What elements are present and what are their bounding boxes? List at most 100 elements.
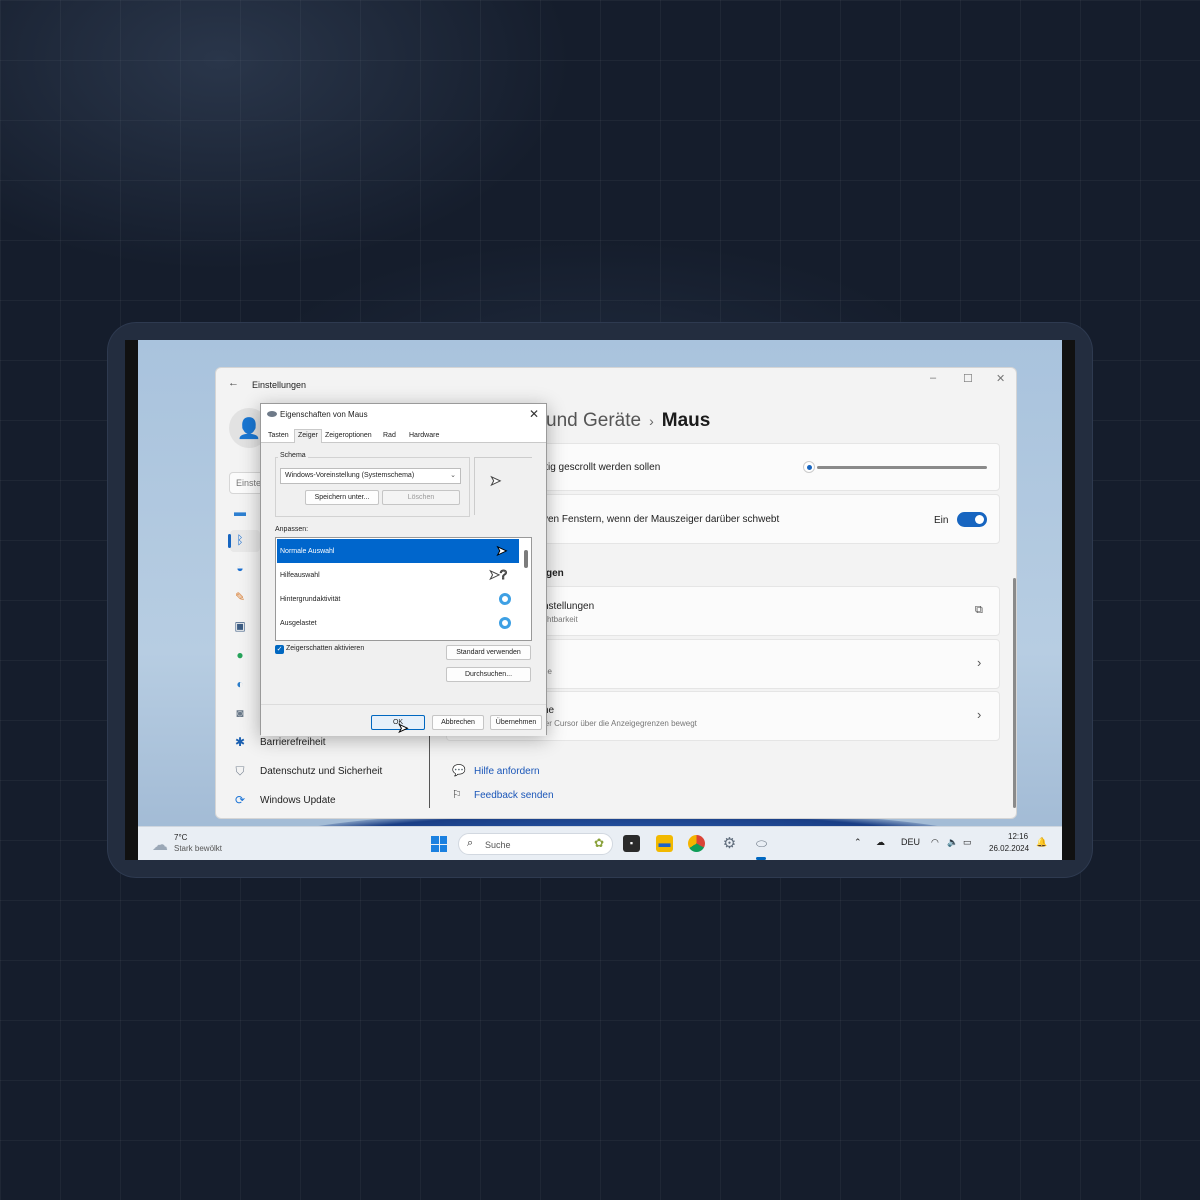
- help-icon: 💬: [452, 765, 466, 777]
- list-item[interactable]: Hintergrundaktivität: [277, 587, 519, 611]
- sidebar-item-time-language[interactable]: ◐: [232, 674, 260, 694]
- pointer-list[interactable]: Normale Auswahl ➤ Hilfeauswahl ➤? Hinter…: [275, 537, 532, 641]
- settings-titlebar: ← Einstellungen – ☐ ✕: [216, 368, 1016, 400]
- browse-button[interactable]: Durchsuchen...: [446, 667, 531, 682]
- card-5-sub: ler Cursor über die Anzeigegrenzen beweg…: [543, 719, 697, 728]
- settings-gear-icon[interactable]: ⚙: [721, 835, 738, 852]
- back-arrow-icon[interactable]: ←: [228, 377, 239, 389]
- chevron-up-icon[interactable]: ⌃: [854, 837, 862, 848]
- search-icon: ⌕: [467, 837, 474, 849]
- search-highlight-icon: ✿: [593, 836, 604, 850]
- sidebar-item-accounts[interactable]: ●: [232, 645, 260, 665]
- schema-label: Schema: [278, 452, 308, 459]
- help-link[interactable]: Hilfe anfordern: [474, 766, 540, 777]
- chevron-right-icon: ›: [649, 413, 654, 429]
- taskbar: ☁ 7°C Stark bewölkt ⌕ Suche ✿ ▪ ▬ ⚙ ⬭ ⌃ …: [138, 826, 1062, 860]
- customize-label: Anpassen:: [275, 526, 309, 533]
- delete-button[interactable]: Löschen: [382, 490, 460, 505]
- close-button[interactable]: ✕: [996, 372, 1005, 385]
- clock-time[interactable]: 12:16: [1008, 832, 1028, 841]
- settings-title: Einstellungen: [252, 380, 307, 390]
- sidebar-item-personalization[interactable]: ✎: [232, 587, 260, 607]
- brush-icon: ✎: [234, 590, 246, 604]
- use-default-button[interactable]: Standard verwenden: [446, 645, 531, 660]
- task-view-icon[interactable]: ▪: [623, 835, 640, 852]
- list-item-label: Normale Auswahl: [280, 548, 335, 555]
- battery-icon[interactable]: ▭: [963, 837, 972, 848]
- list-item[interactable]: Normale Auswahl ➤: [277, 539, 519, 563]
- accessibility-icon: ✱: [234, 735, 246, 749]
- windows-update-icon: ⟳: [234, 793, 246, 807]
- weather-temperature[interactable]: 7°C: [174, 833, 187, 842]
- sidebar-item-gaming[interactable]: ◙: [232, 703, 260, 723]
- dialog-tabs: Tasten Zeiger Zeigeroptionen Rad Hardwar…: [261, 426, 546, 443]
- globe-icon: ◐: [236, 677, 244, 691]
- mouse-app-icon[interactable]: ⬭: [753, 835, 770, 852]
- tab-wheel[interactable]: Rad: [383, 432, 396, 439]
- cloudy-weather-icon[interactable]: ☁: [152, 835, 168, 855]
- minimize-button[interactable]: –: [930, 372, 936, 384]
- notification-bell-icon[interactable]: 🔔: [1036, 837, 1047, 848]
- save-as-button[interactable]: Speichern unter...: [305, 490, 379, 505]
- nav-active-indicator: [228, 534, 231, 548]
- scroll-lines-label: itig gescrollt werden sollen: [543, 462, 661, 473]
- list-item-label: Ausgelastet: [280, 620, 317, 627]
- schema-group: [275, 457, 470, 517]
- scroll-lines-slider-track[interactable]: [817, 466, 987, 469]
- more-settings-sub: chtbarkeit: [543, 615, 578, 624]
- sidebar-item-privacy[interactable]: ⛉ Datenschutz und Sicherheit: [232, 761, 382, 781]
- tab-buttons[interactable]: Tasten: [268, 432, 289, 439]
- pointer-preview: ➤: [474, 457, 532, 515]
- sidebar-item-network[interactable]: ◒: [232, 558, 260, 578]
- inactive-scroll-toggle[interactable]: [957, 512, 987, 527]
- tab-pointer-options[interactable]: Zeigeroptionen: [325, 432, 372, 439]
- active-app-indicator: [756, 857, 766, 860]
- more-settings-label: nstellungen: [543, 601, 595, 612]
- pane-divider: [429, 728, 430, 808]
- volume-icon[interactable]: 🔈: [947, 837, 958, 848]
- wifi-icon[interactable]: ◠: [931, 837, 939, 848]
- taskbar-search-placeholder: Suche: [485, 840, 511, 850]
- mouse-icon: [267, 411, 277, 417]
- list-item[interactable]: Ausgelastet: [277, 611, 519, 635]
- list-item[interactable]: Hilfeauswahl ➤?: [277, 563, 519, 587]
- sidebar-item-label: Datenschutz und Sicherheit: [260, 765, 383, 777]
- cancel-button[interactable]: Abbrechen: [432, 715, 484, 730]
- sidebar-item-bluetooth[interactable]: ᛒ: [232, 530, 260, 550]
- dialog-close-icon[interactable]: ✕: [529, 407, 539, 421]
- clock-date[interactable]: 26.02.2024: [989, 844, 1029, 853]
- pointer-shadow-checkbox[interactable]: ✓: [275, 645, 284, 654]
- apps-icon: ▣: [234, 619, 246, 633]
- sidebar-item-system[interactable]: ▬: [232, 502, 260, 522]
- mouse-properties-dialog: Eigenschaften von Maus ✕ Tasten Zeiger Z…: [260, 403, 547, 736]
- taskbar-search-box[interactable]: ⌕ Suche ✿: [458, 833, 613, 855]
- file-explorer-icon[interactable]: ▬: [656, 835, 673, 852]
- breadcrumb-parent[interactable]: und Geräte: [546, 410, 641, 431]
- sidebar-item-apps[interactable]: ▣: [232, 616, 260, 636]
- weather-condition[interactable]: Stark bewölkt: [174, 844, 222, 853]
- chevron-down-icon: ⌄: [450, 472, 456, 479]
- toggle-state-label: Ein: [934, 515, 949, 526]
- mouse-cursor-icon: ➤: [397, 721, 409, 736]
- sidebar-item-windows-update[interactable]: ⟳ Windows Update: [232, 790, 336, 810]
- language-indicator[interactable]: DEU: [901, 837, 920, 847]
- schema-select[interactable]: Windows-Voreinstellung (Systemschema) ⌄: [280, 468, 461, 484]
- apply-button[interactable]: Übernehmen: [490, 715, 542, 730]
- list-scrollbar[interactable]: [524, 550, 528, 568]
- tab-hardware[interactable]: Hardware: [409, 432, 439, 439]
- scroll-lines-slider-thumb[interactable]: [803, 461, 815, 473]
- windows-logo-tile: [431, 836, 439, 844]
- maximize-button[interactable]: ☐: [963, 372, 973, 385]
- windows-logo-tile: [439, 844, 447, 852]
- windows-logo-tile: [439, 836, 447, 844]
- inactive-scroll-label: ven Fenstern, wenn der Mauszeiger darübe…: [543, 514, 780, 525]
- bluetooth-icon: ᛒ: [236, 533, 244, 547]
- onedrive-icon[interactable]: ☁: [876, 837, 885, 848]
- shield-icon: ⛉: [235, 763, 245, 778]
- start-button[interactable]: [431, 836, 447, 852]
- arrow-cursor-icon: ➤: [490, 473, 502, 489]
- chrome-icon[interactable]: [688, 835, 705, 852]
- tab-pointers[interactable]: Zeiger: [294, 429, 322, 443]
- settings-scrollbar[interactable]: [1013, 578, 1016, 808]
- feedback-link[interactable]: Feedback senden: [474, 790, 554, 801]
